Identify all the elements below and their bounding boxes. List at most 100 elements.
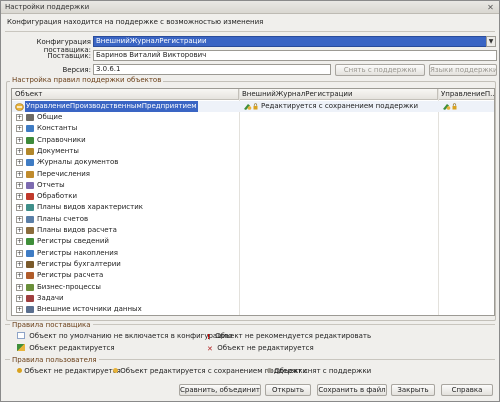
- legend-item: Объект редактируется: [17, 344, 115, 352]
- info-registers-icon: [26, 238, 34, 246]
- table-row[interactable]: + Внешние источники данных: [12, 304, 494, 315]
- expand-icon[interactable]: +: [16, 125, 23, 133]
- reports-icon: [26, 181, 34, 189]
- legend-text: Объект редактируется: [29, 344, 115, 352]
- close-button[interactable]: Закрыть: [391, 384, 435, 396]
- acc-registers-icon: [26, 260, 34, 268]
- row-label: Бизнес-процессы: [37, 282, 101, 291]
- table-row[interactable]: + Регистры накопления: [12, 248, 494, 259]
- row-label: Планы счетов: [37, 214, 89, 223]
- expand-icon[interactable]: +: [16, 238, 23, 246]
- table-row[interactable]: + Справочники: [12, 135, 494, 146]
- expand-icon[interactable]: +: [16, 294, 23, 302]
- close-icon[interactable]: ✕: [486, 3, 495, 12]
- table-row[interactable]: + Планы видов характеристик: [12, 202, 494, 213]
- expand-icon[interactable]: +: [16, 260, 23, 268]
- expand-icon[interactable]: +: [16, 147, 23, 155]
- table-row[interactable]: + Регистры бухгалтерии: [12, 259, 494, 270]
- expand-icon[interactable]: +: [16, 159, 23, 167]
- excluded-object-icon: [17, 332, 25, 339]
- general-icon: [26, 114, 34, 121]
- expand-icon[interactable]: +: [16, 204, 23, 212]
- legend-text: Объект не рекомендуется редактировать: [215, 332, 372, 340]
- compare-merge-button[interactable]: Сравнить, объединить: [179, 384, 261, 396]
- supplier-config-select[interactable]: ВнешнийЖурналРегистрации: [93, 36, 487, 47]
- column-header-object[interactable]: Объект: [12, 89, 239, 100]
- root-object-name: УправлениеПроизводственнымПредприятием: [25, 101, 198, 112]
- row-label: Планы видов расчета: [37, 226, 117, 234]
- expand-icon[interactable]: +: [16, 227, 23, 234]
- table-row[interactable]: + Журналы документов: [12, 157, 494, 168]
- column-header-user-config[interactable]: УправлениеП...: [438, 89, 494, 100]
- row-label: Регистры накопления: [37, 248, 118, 257]
- table-header: Объект ВнешнийЖурналРегистрации Управлен…: [12, 89, 494, 100]
- vendor-rule-text: Редактируется с сохранением поддержки: [261, 102, 419, 110]
- expand-icon[interactable]: +: [16, 283, 23, 291]
- accum-registers-icon: [26, 249, 34, 257]
- table-row[interactable]: + Константы: [12, 123, 494, 134]
- lock-icon: [253, 103, 258, 110]
- table-row[interactable]: + Общие: [12, 112, 494, 123]
- enums-icon: [26, 170, 34, 178]
- expand-icon[interactable]: +: [16, 215, 23, 223]
- row-label: Задачи: [37, 293, 64, 302]
- legend-text: Объект не редактируется: [24, 367, 121, 375]
- table-row[interactable]: + Обработки: [12, 191, 494, 202]
- row-label: Общие: [37, 113, 63, 121]
- save-to-file-button[interactable]: Сохранить в файл: [317, 384, 387, 396]
- version-label: Версия:: [62, 66, 91, 74]
- support-settings-window: Настройки поддержки ✕ Конфигурация наход…: [0, 0, 500, 402]
- chart-accounts-icon: [26, 215, 34, 223]
- legend-item: Объект не редактируется: [17, 367, 121, 375]
- catalogs-icon: [26, 136, 34, 144]
- unlocked-icon: [267, 368, 272, 373]
- objects-table[interactable]: Объект ВнешнийЖурналРегистрации Управлен…: [11, 88, 495, 316]
- legend-item: Объект снят с поддержки: [267, 367, 371, 375]
- expand-icon[interactable]: +: [16, 114, 23, 121]
- row-label: Регистры бухгалтерии: [37, 259, 121, 268]
- expand-icon[interactable]: +: [16, 272, 23, 280]
- table-row[interactable]: + Отчеты: [12, 180, 494, 191]
- table-row[interactable]: + Планы видов расчета: [12, 225, 494, 236]
- table-row[interactable]: + Регистры сведений: [12, 236, 494, 247]
- chevron-down-icon[interactable]: ▼: [486, 36, 496, 47]
- table-row[interactable]: + Перечисления: [12, 169, 494, 180]
- expand-icon[interactable]: +: [16, 181, 23, 189]
- table-row[interactable]: + Планы счетов: [12, 214, 494, 225]
- user-rules-title: Правила пользователя: [10, 356, 99, 364]
- table-row[interactable]: + Задачи: [12, 293, 494, 304]
- expand-icon[interactable]: +: [16, 249, 23, 257]
- expand-icon[interactable]: +: [16, 193, 23, 201]
- legend-text: Объект по умолчанию не включается в конф…: [29, 332, 233, 340]
- supplier-field[interactable]: Баринов Виталий Викторович: [93, 50, 497, 61]
- external-sources-icon: [26, 306, 34, 314]
- support-languages-button[interactable]: Языки поддержки: [429, 64, 497, 76]
- constants-icon: [26, 125, 34, 133]
- business-processes-icon: [26, 283, 34, 291]
- table-row[interactable]: + Бизнес-процессы: [12, 282, 494, 293]
- column-header-vendor-config[interactable]: ВнешнийЖурналРегистрации: [239, 89, 438, 100]
- legend-item: ✕ Объект не редактируется: [207, 344, 314, 353]
- remove-support-button[interactable]: Снять с поддержки: [335, 64, 425, 76]
- lock-icon: [452, 103, 457, 110]
- window-title: Настройки поддержки: [5, 3, 90, 11]
- version-field[interactable]: 3.0.6.1: [93, 64, 331, 75]
- tasks-icon: [26, 294, 34, 302]
- row-label: Журналы документов: [37, 158, 119, 167]
- supplier-label: Поставщик:: [47, 52, 91, 60]
- expand-icon[interactable]: +: [16, 306, 23, 314]
- documents-icon: [26, 147, 34, 155]
- warning-icon: !: [207, 333, 211, 341]
- table-row-root[interactable]: УправлениеПроизводственнымПредприятием Р…: [12, 101, 494, 112]
- table-row[interactable]: + Документы: [12, 146, 494, 157]
- row-label: Планы видов характеристик: [37, 203, 143, 212]
- expand-icon[interactable]: +: [16, 136, 23, 144]
- expand-icon[interactable]: +: [16, 170, 23, 178]
- rules-group-title: Настройка правил поддержки объектов: [10, 76, 164, 84]
- legend-item: ! Объект не рекомендуется редактировать: [207, 332, 372, 341]
- table-row[interactable]: + Регистры расчета: [12, 270, 494, 281]
- open-button[interactable]: Открыть: [265, 384, 311, 396]
- help-button[interactable]: Справка: [441, 384, 493, 396]
- chart-types-icon: [26, 204, 34, 212]
- configuration-icon: [15, 103, 24, 111]
